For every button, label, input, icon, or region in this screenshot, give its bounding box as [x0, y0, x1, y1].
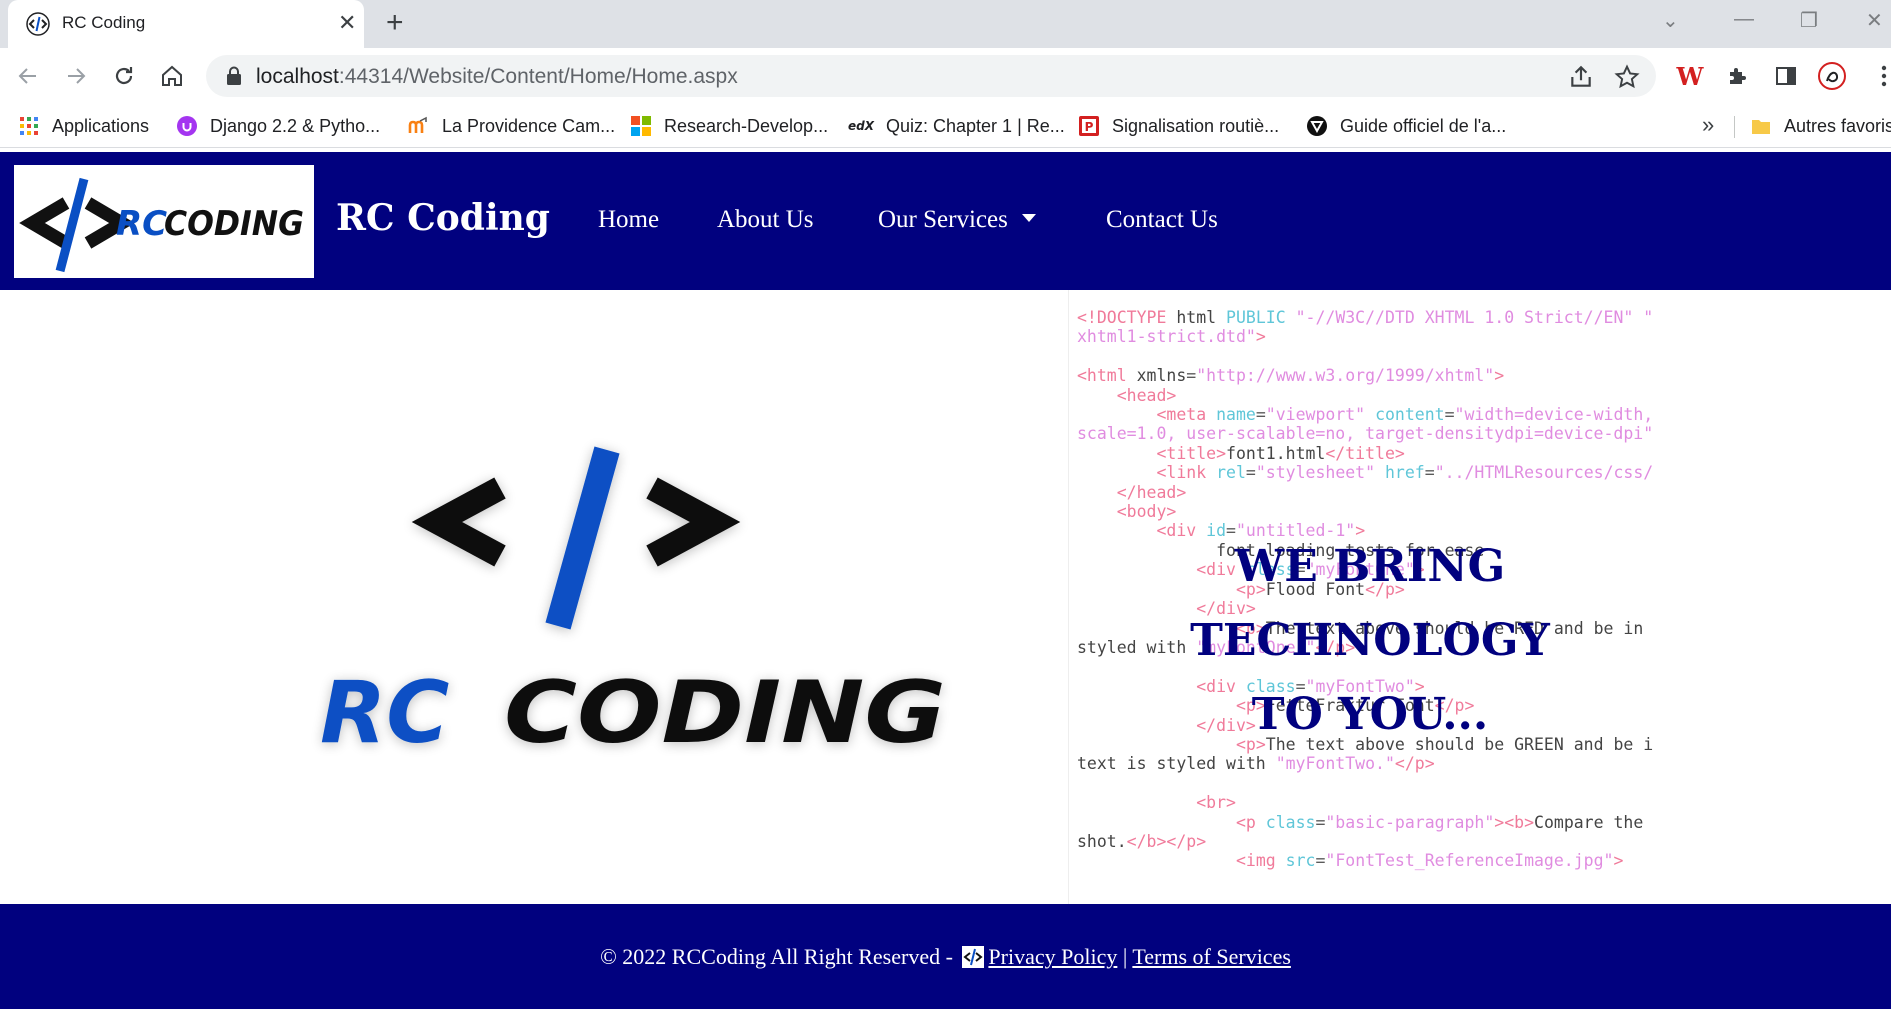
- tab-title: RC Coding: [62, 13, 146, 32]
- nav-our-services-label: Our Services: [878, 206, 1008, 233]
- restore-icon[interactable]: ❐: [1800, 8, 1818, 33]
- browser-toolbar: localhost:44314/Website/Content/Home/Hom…: [0, 48, 1891, 104]
- browser-tabstrip: RC Coding ✕ + ⌄ — ❐ ✕: [0, 0, 1891, 48]
- bookmark-guide[interactable]: Guide officiel de l'a...: [1306, 114, 1506, 138]
- hero-logo-coding-text: CODING: [504, 663, 946, 763]
- footer-separator: |: [1122, 944, 1128, 969]
- bookmark-label: Signalisation routiè...: [1112, 115, 1280, 136]
- nav-home[interactable]: Home: [598, 206, 659, 234]
- url-path: :44314/Website/Content/Home/Home.aspx: [338, 65, 738, 88]
- bookmark-label: Autres favoris: [1784, 115, 1891, 136]
- site-brand[interactable]: RC Coding: [336, 197, 550, 239]
- site-header: RC CODING RC Coding Home About Us Our Se…: [0, 152, 1891, 290]
- moodle-icon: [408, 115, 430, 137]
- hero-tagline-line2: TO YOU...: [1251, 689, 1489, 740]
- bookmark-applications[interactable]: Applications: [18, 114, 149, 138]
- terms-of-services-link[interactable]: Terms of Services: [1132, 944, 1291, 969]
- url-host: localhost: [256, 65, 339, 88]
- tab-close-icon[interactable]: ✕: [338, 10, 356, 36]
- hero-tagline-line1: WE BRING TECHNOLOGY: [1190, 541, 1550, 666]
- bookmark-label: Django 2.2 & Pytho...: [210, 115, 381, 136]
- hero-section: RC CODING <!DOCTYPE html PUBLIC "-//W3C/…: [0, 290, 1891, 904]
- logo-rc-text: RC: [116, 204, 167, 244]
- footer-logo-icon: [962, 946, 985, 968]
- nav-our-services[interactable]: Our Services: [878, 206, 1036, 234]
- bookmark-label: Applications: [52, 115, 150, 136]
- extensions-puzzle-icon[interactable]: [1724, 62, 1752, 90]
- forward-icon[interactable]: [60, 60, 92, 92]
- bookmark-signalisation[interactable]: P Signalisation routiè...: [1078, 114, 1279, 138]
- bookmark-quiz[interactable]: edX Quiz: Chapter 1 | Re...: [848, 114, 1065, 138]
- back-icon[interactable]: [12, 60, 44, 92]
- hero-rc-coding-logo: RC CODING: [320, 446, 946, 763]
- minimize-icon[interactable]: —: [1734, 8, 1754, 31]
- bookmark-label: Research-Develop...: [664, 115, 829, 136]
- more-bookmarks-icon[interactable]: »: [1702, 112, 1714, 138]
- profile-avatar-icon[interactable]: [1818, 62, 1846, 90]
- address-bar[interactable]: localhost:44314/Website/Content/Home/Hom…: [206, 55, 1656, 97]
- caret-down-icon: [1021, 214, 1036, 223]
- logo-coding-text: CODING: [164, 204, 304, 244]
- rc-favicon-icon: [26, 12, 50, 36]
- bookmark-django[interactable]: Django 2.2 & Pytho...: [176, 114, 380, 138]
- url-text[interactable]: localhost:44314/Website/Content/Home/Hom…: [256, 65, 738, 89]
- bookmark-star-icon[interactable]: [1614, 64, 1640, 90]
- nav-contact-us[interactable]: Contact Us: [1106, 206, 1218, 234]
- side-panel-icon[interactable]: [1772, 62, 1800, 90]
- svg-text:P: P: [1085, 120, 1094, 134]
- share-icon[interactable]: [1568, 64, 1594, 90]
- microsoft-icon: [630, 115, 652, 137]
- p-badge-icon: P: [1078, 115, 1100, 137]
- header-logo[interactable]: RC CODING: [14, 165, 314, 278]
- folder-icon: [1750, 115, 1772, 137]
- w-extension-icon[interactable]: W: [1676, 62, 1704, 91]
- bookmarks-bar: Applications Django 2.2 & Pytho... La Pr…: [0, 104, 1891, 148]
- lock-icon[interactable]: [226, 66, 242, 86]
- tab-search-chevron-icon[interactable]: ⌄: [1662, 8, 1679, 33]
- bookmarks-divider: [1734, 116, 1735, 138]
- hero-tagline: WE BRING TECHNOLOGY TO YOU...: [1060, 530, 1680, 752]
- footer-copyright: © 2022 RCCoding All Right Reserved -: [600, 944, 953, 969]
- udemy-icon: [176, 115, 198, 137]
- bookmark-label: Guide officiel de l'a...: [1340, 115, 1507, 136]
- shield-logo-icon: [1306, 115, 1328, 137]
- bookmark-la-providence[interactable]: La Providence Cam...: [408, 114, 615, 138]
- new-tab-icon[interactable]: +: [386, 8, 404, 38]
- bookmark-label: La Providence Cam...: [442, 115, 616, 136]
- bookmark-label: Quiz: Chapter 1 | Re...: [886, 115, 1065, 136]
- privacy-policy-link[interactable]: Privacy Policy: [988, 944, 1117, 969]
- edx-icon: edX: [848, 119, 874, 133]
- site-footer: © 2022 RCCoding All Right Reserved - Pri…: [0, 904, 1891, 1009]
- close-window-icon[interactable]: ✕: [1866, 8, 1883, 33]
- hero-logo-rc-text: RC: [320, 663, 449, 763]
- nav-about-us[interactable]: About Us: [717, 206, 814, 234]
- apps-grid-icon: [18, 115, 40, 137]
- browser-menu-icon[interactable]: [1870, 62, 1891, 90]
- bookmark-other-folder[interactable]: Autres favoris: [1750, 114, 1891, 138]
- browser-tab[interactable]: RC Coding ✕: [8, 0, 364, 48]
- bookmark-research[interactable]: Research-Develop...: [630, 114, 828, 138]
- footer-text: © 2022 RCCoding All Right Reserved - Pri…: [0, 944, 1891, 970]
- home-icon[interactable]: [156, 60, 188, 92]
- reload-icon[interactable]: [108, 60, 140, 92]
